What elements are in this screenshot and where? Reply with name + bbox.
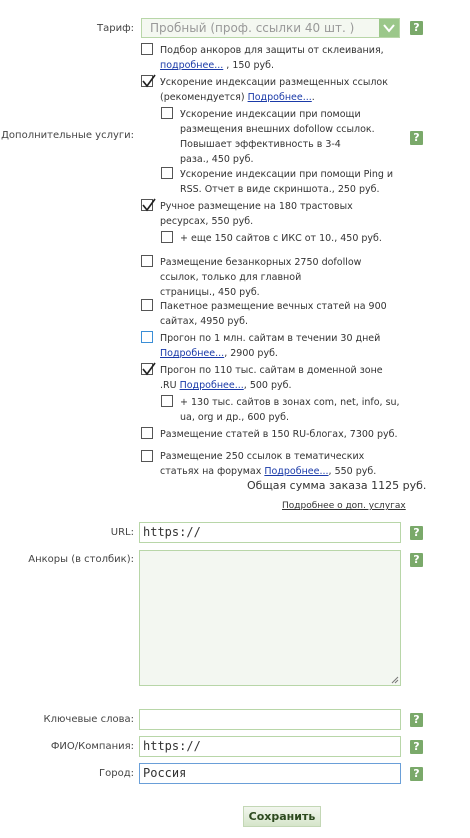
option-forums-checkbox[interactable]: [141, 450, 153, 462]
option-dofollow-index-checkbox[interactable]: [161, 107, 173, 119]
checkmark-icon: [142, 198, 156, 212]
chevron-down-icon[interactable]: [379, 19, 399, 37]
option-run-110k-link[interactable]: Подробнее...: [180, 380, 244, 391]
tariff-help-icon[interactable]: ?: [410, 21, 423, 35]
url-input[interactable]: https://: [139, 522, 401, 543]
anchors-help-icon[interactable]: ?: [410, 553, 423, 567]
name-label: ФИО/Компания:: [50, 741, 134, 752]
tariff-selected-value: Пробный (проф. ссылки 40 шт. ): [150, 21, 355, 35]
option-anchors-text: Подбор анкоров для защиты от склеивания,…: [160, 45, 384, 71]
keywords-label: Ключевые слова:: [43, 714, 135, 725]
anchors-label: Анкоры (в столбик):: [28, 554, 134, 565]
option-articles-900-text: Пакетное размещение вечных статей на 900…: [160, 301, 387, 327]
option-manual-180-text: Ручное размещение на 180 трастовых ресур…: [160, 201, 353, 227]
option-run-110k-checkbox[interactable]: [141, 362, 156, 376]
option-anchorless-checkbox[interactable]: [141, 255, 153, 267]
keywords-input[interactable]: [139, 709, 401, 730]
tariff-label: Тариф:: [96, 23, 134, 34]
city-input[interactable]: Россия: [139, 763, 401, 784]
resize-grip-icon[interactable]: [391, 676, 399, 684]
option-index-speed-text: Ускорение индексации размещенных ссылок …: [160, 77, 388, 103]
services-label: Дополнительные услуги:: [1, 130, 134, 141]
option-anchors-checkbox[interactable]: [141, 43, 153, 55]
checkmark-icon: [142, 74, 156, 88]
option-blogs-text: Размещение статей в 150 RU-блогах, 7300 …: [160, 429, 398, 440]
keywords-help-icon[interactable]: ?: [410, 713, 423, 727]
city-help-icon[interactable]: ?: [410, 767, 423, 781]
services-more-link[interactable]: Подробнее о доп. услугах: [282, 501, 406, 511]
option-run-110k-text: Прогон по 110 тыс. сайтам в доменной зон…: [160, 365, 383, 391]
option-plus150-checkbox[interactable]: [161, 231, 173, 243]
option-run-1m-link[interactable]: Подробнее...: [160, 348, 224, 359]
option-forums-link[interactable]: Подробнее...: [264, 466, 328, 477]
save-button[interactable]: Сохранить: [243, 806, 321, 827]
order-total: Общая сумма заказа 1125 руб.: [247, 479, 427, 492]
option-run-1m-checkbox[interactable]: [141, 331, 153, 343]
option-plus130k-checkbox[interactable]: [161, 395, 173, 407]
checkmark-icon: [142, 362, 156, 376]
city-label: Город:: [99, 768, 134, 779]
services-help-icon[interactable]: ?: [410, 131, 423, 145]
url-help-icon[interactable]: ?: [410, 526, 423, 540]
option-run-1m-text: Прогон по 1 млн. сайтам в течении 30 дне…: [160, 333, 381, 359]
option-blogs-checkbox[interactable]: [141, 427, 153, 439]
option-plus130k-text: + 130 тыс. сайтов в зонах com, net, info…: [180, 397, 400, 423]
option-manual-180-checkbox[interactable]: [141, 198, 156, 212]
name-input[interactable]: https://: [139, 736, 401, 757]
url-label: URL:: [110, 527, 134, 538]
anchors-textarea[interactable]: [139, 550, 401, 686]
option-ping-rss-text: Ускорение индексации при помощи Ping и R…: [180, 169, 394, 195]
option-dofollow-index-text: Ускорение индексации при помощи размещен…: [180, 109, 375, 165]
option-index-speed-checkbox[interactable]: [141, 74, 156, 88]
tariff-select[interactable]: Пробный (проф. ссылки 40 шт. ): [141, 18, 400, 38]
option-index-speed-link[interactable]: Подробнее...: [248, 92, 312, 103]
option-articles-900-checkbox[interactable]: [141, 299, 153, 311]
option-plus150-text: + еще 150 сайтов с ИКС от 10., 450 руб.: [180, 233, 382, 244]
option-anchorless-text: Размещение безанкорных 2750 dofollow ссы…: [160, 257, 362, 298]
option-ping-rss-checkbox[interactable]: [161, 167, 173, 179]
option-anchors-link[interactable]: подробнее...: [160, 60, 223, 71]
option-forums-text: Размещение 250 ссылок в тематических ста…: [160, 451, 377, 477]
name-help-icon[interactable]: ?: [410, 740, 423, 754]
